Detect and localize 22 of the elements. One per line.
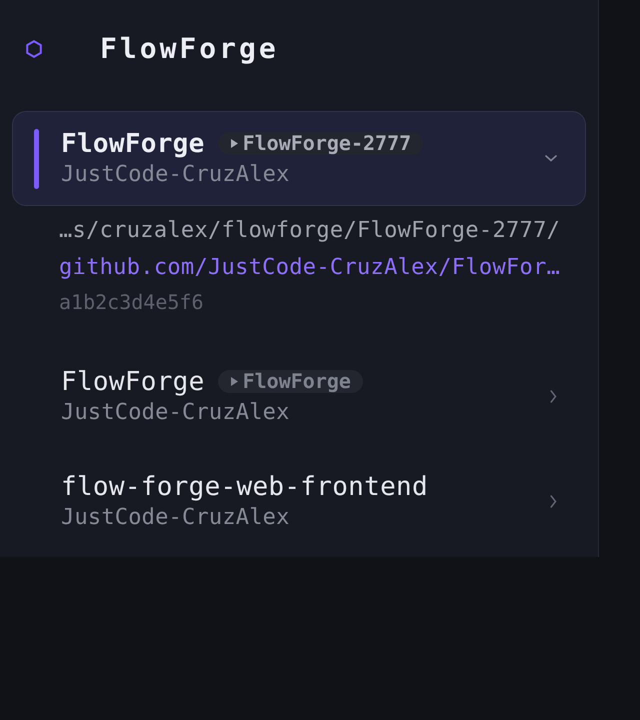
- project-name: FlowForge: [61, 366, 205, 398]
- triangle-icon: [230, 377, 238, 386]
- chevron-right-icon[interactable]: [550, 390, 557, 403]
- triangle-icon: [230, 139, 238, 148]
- local-path: …s/cruzalex/flowforge/FlowForge-2777/: [59, 217, 562, 245]
- project-item[interactable]: FlowForge FlowForge JustCode-CruzAlex: [12, 349, 586, 444]
- commit-hash: a1b2c3d4e5f6: [59, 289, 204, 316]
- project-item[interactable]: flow-forge-web-frontend JustCode-CruzAlex: [12, 454, 586, 549]
- repository-link[interactable]: github.com/JustCode-CruzAlex/FlowFor…: [59, 252, 598, 284]
- project-owner: JustCode-CruzAlex: [61, 160, 291, 188]
- branch-badge: FlowForge-2777: [218, 132, 424, 155]
- app-title: FlowForge: [100, 32, 279, 66]
- project-owner: JustCode-CruzAlex: [61, 398, 291, 426]
- chevron-right-icon[interactable]: [550, 495, 557, 508]
- selection-indicator-bar: [34, 128, 39, 188]
- project-name: flow-forge-web-frontend: [61, 470, 428, 502]
- chevron-down-icon[interactable]: [545, 155, 557, 162]
- hexagon-logo-icon: [26, 40, 42, 58]
- project-owner: JustCode-CruzAlex: [61, 504, 291, 532]
- selected-project-card[interactable]: FlowForge FlowForge-2777 JustCode-CruzAlex: [12, 111, 586, 206]
- project-name: FlowForge: [61, 128, 205, 160]
- branch-badge: FlowForge: [218, 370, 363, 393]
